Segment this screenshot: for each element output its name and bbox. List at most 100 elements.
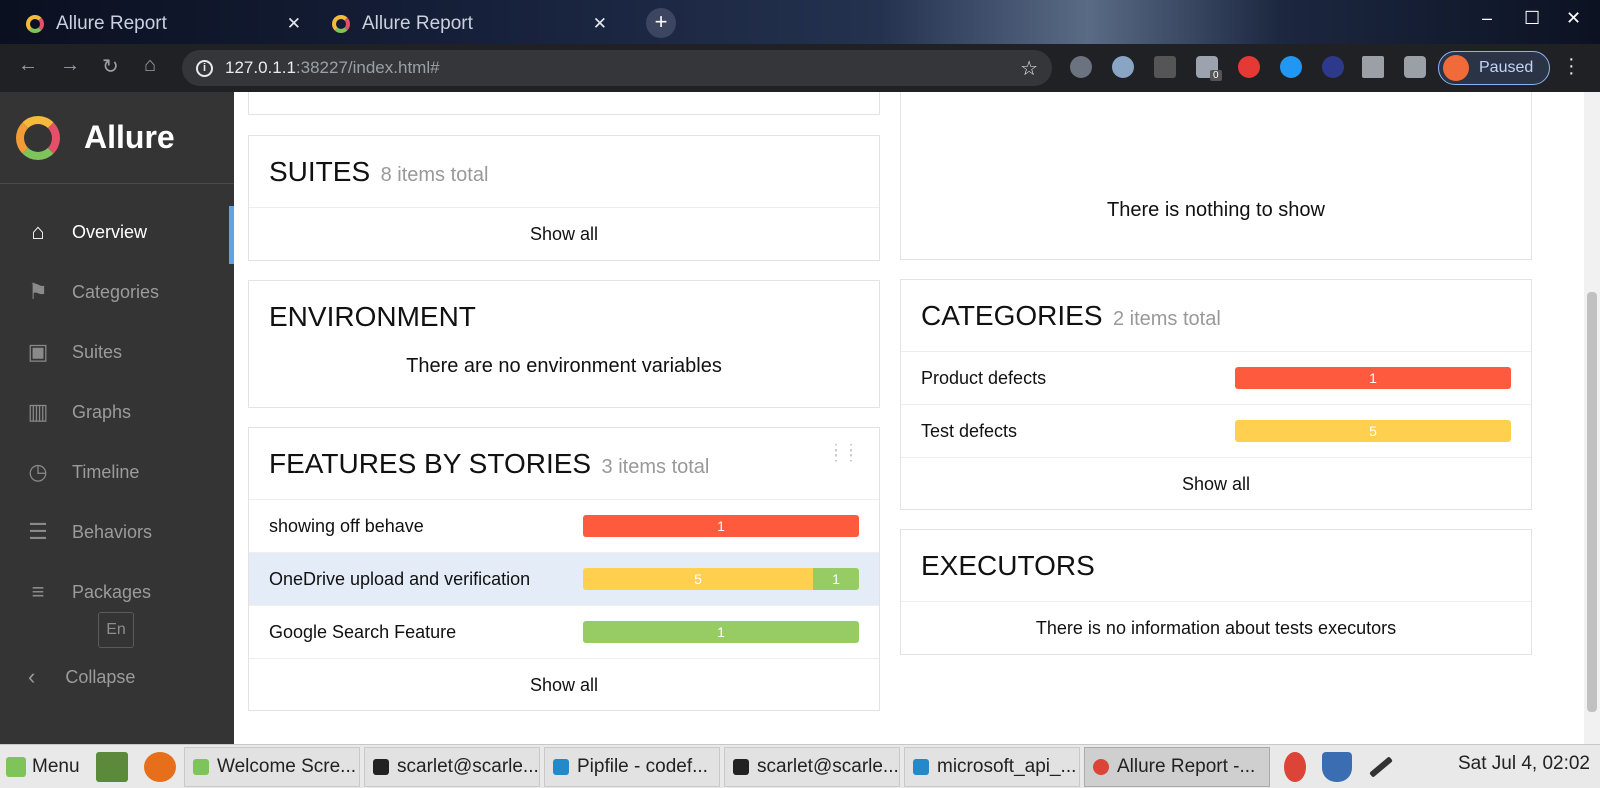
feature-label: Google Search Feature [269,621,457,642]
category-bar-broken: 5 [1235,420,1511,442]
overview-content: SUITES 8 items total Show all ENVIRONMEN… [234,92,1584,744]
executors-empty-message: There is no information about tests exec… [1035,618,1397,638]
brand[interactable]: Allure [0,92,234,184]
block-extension-icon[interactable] [1322,56,1344,78]
sidebar-item-label: Graphs [72,401,132,422]
maximize-icon[interactable]: ☐ [1524,8,1540,29]
page-scrollbar[interactable] [1584,92,1600,744]
sidebar-item-label: Packages [72,581,152,602]
sidebar-item-graphs[interactable]: ▥ Graphs [0,382,234,442]
bookmark-star-icon[interactable]: ☆ [1020,56,1038,81]
close-tab-icon[interactable]: ✕ [593,14,607,34]
extension-icon[interactable] [1112,56,1134,78]
browser-tab-strip: Allure Report ✕ Allure Report ✕ + – ☐ ✕ [0,0,1600,44]
category-row-product-defects[interactable]: Product defects 1 [901,352,1531,405]
browser-tab-1[interactable]: Allure Report ✕ [12,4,315,44]
list-icon: ☰ [28,519,48,544]
taskbar-item-label: microsoft_api_... [937,755,1077,777]
allure-sidebar: Allure ⌂ Overview ⚑ Categories ▣ Suites … [0,92,234,744]
chrome-icon [1093,758,1109,775]
url-path: :38227/index.html# [295,58,440,77]
feature-row[interactable]: Google Search Feature 1 [249,606,879,659]
category-label: Product defects [921,367,1047,388]
bar-segment-passed: 1 [813,568,859,590]
collapse-label: Collapse [65,666,136,687]
taskbar-item[interactable]: Welcome Scre... [184,746,360,787]
scrollbar-thumb[interactable] [1587,292,1597,712]
chevron-left-icon: ‹ [28,664,36,689]
chrome-tray-icon[interactable] [1284,751,1306,782]
taskbar-item[interactable]: microsoft_api_... [904,746,1080,787]
language-button[interactable]: En [98,612,134,648]
bookmark-extension-icon[interactable] [1362,56,1384,78]
os-taskbar: Menu Welcome Scre... scarlet@scarle... P… [0,744,1600,788]
taskbar-item-label: Welcome Scre... [217,755,357,777]
drag-handle-icon[interactable]: ⋮⋮ ⋮⋮ [829,442,859,462]
menu-label: Menu [32,755,80,777]
align-left-icon: ≡ [31,579,45,604]
update-shield-icon[interactable] [1322,751,1352,782]
taskbar-item[interactable]: scarlet@scarle... [724,746,900,787]
sidebar-item-timeline[interactable]: ◷ Timeline [0,442,234,502]
feature-row[interactable]: OneDrive upload and verification 5 1 [249,553,879,606]
features-show-all-link[interactable]: Show all [249,659,879,711]
sidebar-item-categories[interactable]: ⚑ Categories [0,262,234,322]
suites-widget: SUITES 8 items total Show all [248,135,880,261]
feature-row[interactable]: showing off behave 1 [249,500,879,553]
collapse-button[interactable]: ‹ Collapse [0,654,135,700]
site-info-icon[interactable]: i [196,59,213,77]
minimize-icon[interactable]: – [1482,8,1492,29]
network-icon[interactable] [1369,755,1393,778]
widget-title: CATEGORIES [921,300,1103,331]
translate-extension-icon[interactable] [1070,56,1092,78]
system-clock: Sat Jul 4, 02:02 [1457,753,1590,774]
puzzle-extensions-icon[interactable] [1404,56,1426,78]
sidebar-item-suites[interactable]: ▣ Suites [0,322,234,382]
back-icon[interactable]: ← [18,54,38,77]
profile-button[interactable]: Paused [1438,51,1550,85]
avatar [1443,55,1469,81]
taskbar-item-label: scarlet@scarle... [397,755,539,777]
taskbar-item-active[interactable]: Allure Report -... [1084,746,1270,787]
tab-title: Allure Report [56,13,167,34]
category-bar-failed: 1 [1235,367,1511,389]
close-tab-icon[interactable]: ✕ [287,14,301,34]
extension-badge: 0 [1210,70,1222,81]
more-menu-icon[interactable]: · · · [1568,49,1575,83]
widget-header: FEATURES BY STORIES 3 items total ⋮⋮ ⋮⋮ [249,428,879,500]
stop-hand-extension-icon[interactable] [1238,56,1260,78]
new-tab-button[interactable]: + [646,8,676,38]
address-bar[interactable]: i 127.0.1.1:38227/index.html# ☆ [182,50,1052,86]
tab-title: Allure Report [362,13,473,34]
desktop-icon[interactable] [96,751,128,782]
widget-header: ENVIRONMENT [249,281,879,347]
feature-label: OneDrive upload and verification [269,568,531,589]
reload-icon[interactable]: ↻ [102,54,119,79]
close-window-icon[interactable]: ✕ [1566,8,1581,29]
sidebar-item-overview[interactable]: ⌂ Overview [0,202,234,264]
taskbar-item[interactable]: Pipfile - codef... [544,746,720,787]
home-icon[interactable]: ⌂ [144,54,156,77]
firefox-icon[interactable] [144,751,176,782]
terminal-icon [373,758,389,775]
suites-show-all-link[interactable]: Show all [249,208,879,260]
category-row-test-defects[interactable]: Test defects 5 [901,405,1531,458]
start-menu-button[interactable]: Menu [0,756,88,778]
feature-status-bar: 1 [583,515,859,537]
sidebar-item-behaviors[interactable]: ☰ Behaviors [0,502,234,562]
categories-show-all-link[interactable]: Show all [901,458,1531,510]
browser-tab-2[interactable]: Allure Report ✕ [318,4,621,44]
taskbar-item[interactable]: scarlet@scarle... [364,746,540,787]
widget-title: ENVIRONMENT [269,301,476,332]
feature-status-bar: 1 [583,621,859,643]
allure-favicon-icon [332,15,350,33]
sync-extension-icon[interactable] [1280,56,1302,78]
forward-icon[interactable]: → [60,54,80,77]
sidebar-item-label: Behaviors [72,521,153,542]
sidebar-item-label: Suites [72,341,123,362]
vscode-icon [913,758,929,775]
summary-widget-partial [248,92,880,115]
allure-logo-icon [16,115,60,160]
bar-segment-broken: 5 [583,568,813,590]
extension-icon[interactable] [1154,56,1176,78]
